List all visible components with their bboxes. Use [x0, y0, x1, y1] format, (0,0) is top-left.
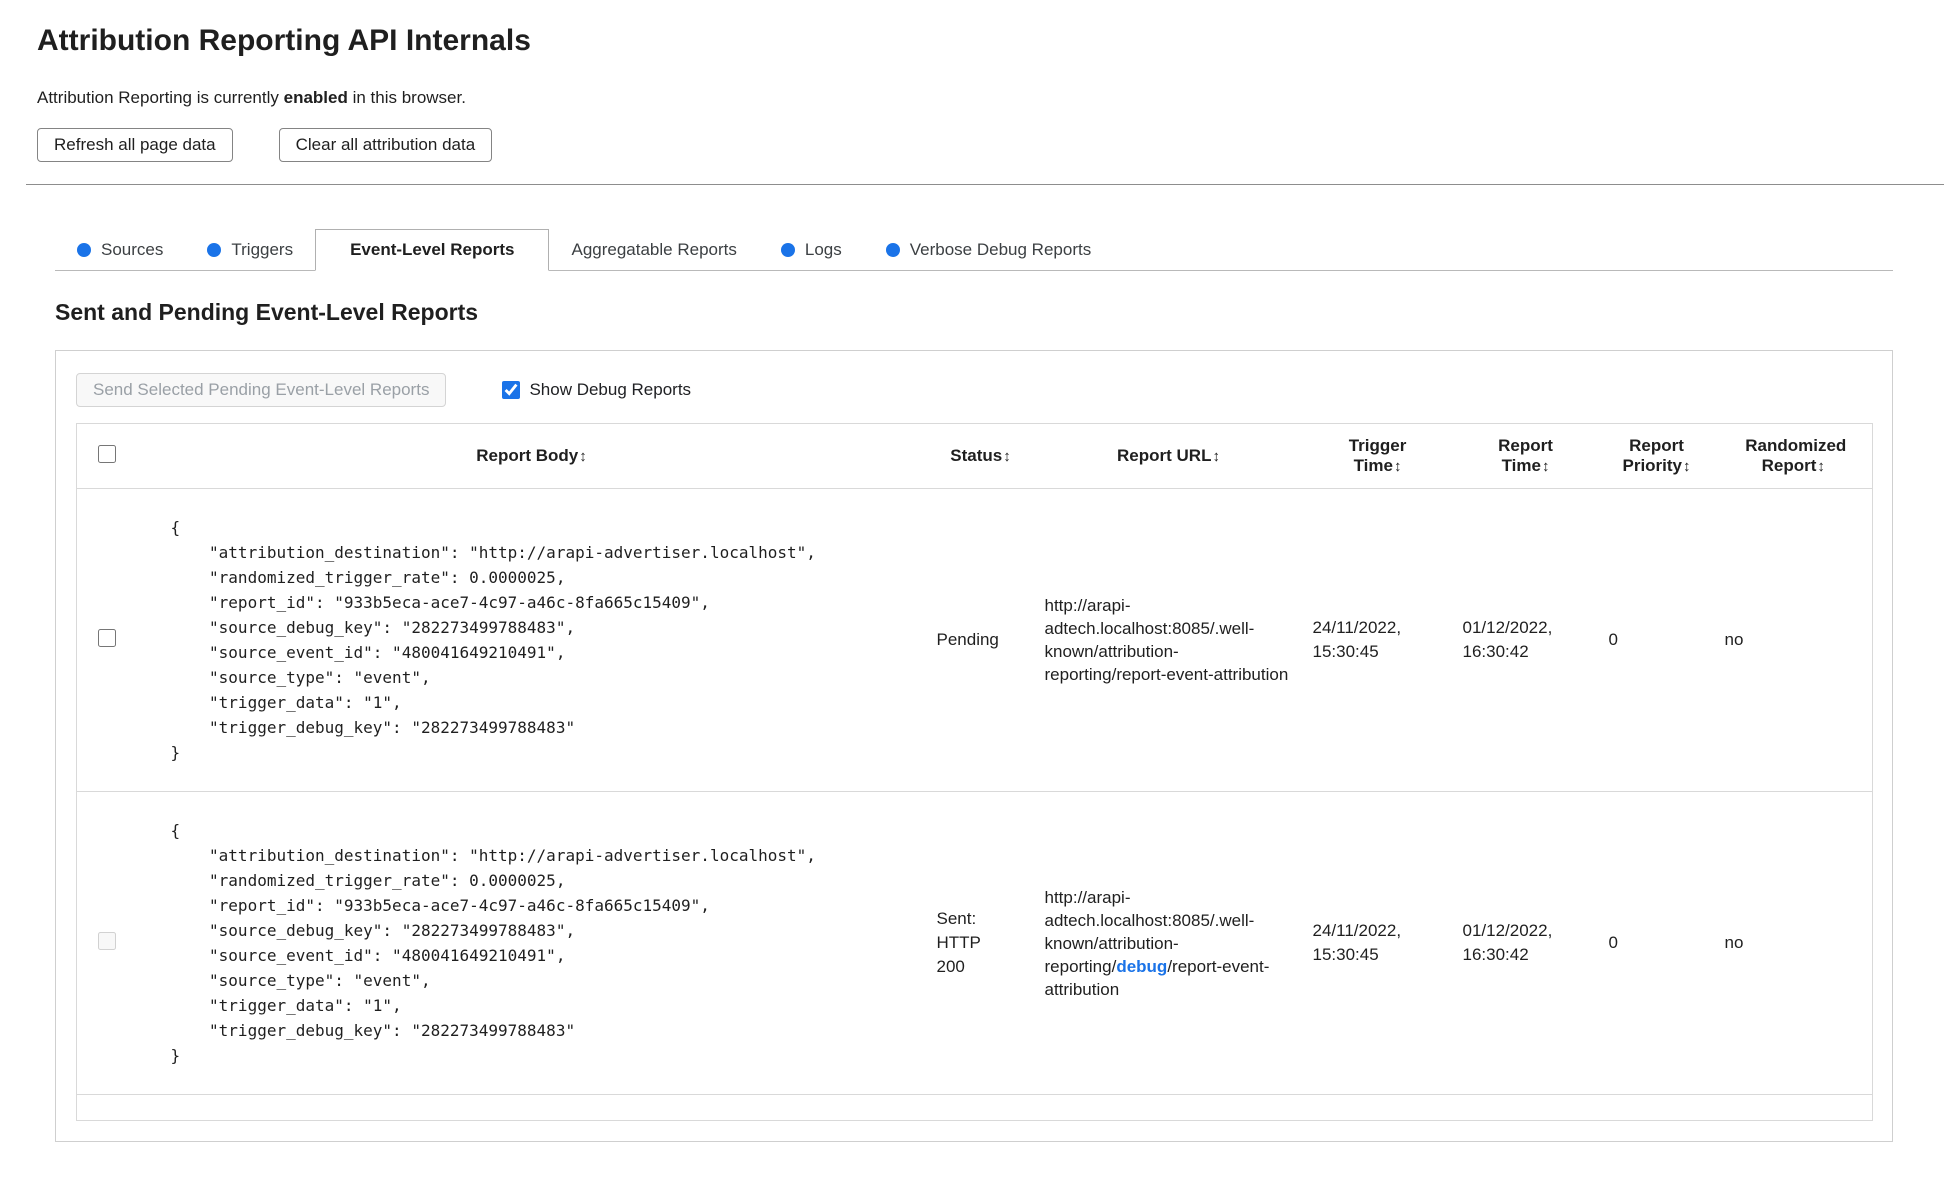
- report-url-cell: http://arapi-adtech.localhost:8085/.well…: [1034, 791, 1303, 1095]
- column-header-randomized-report[interactable]: Randomized Report↕: [1715, 424, 1873, 489]
- tab-event-level-reports[interactable]: Event-Level Reports: [315, 229, 550, 271]
- reports-panel: Send Selected Pending Event-Level Report…: [55, 350, 1893, 1142]
- table-footer-spacer: [76, 1094, 1873, 1121]
- status-suffix: in this browser.: [347, 88, 466, 107]
- debug-link: debug: [1116, 956, 1168, 976]
- new-data-dot-icon: [207, 243, 222, 257]
- tab-verbose-debug-reports[interactable]: Verbose Debug Reports: [864, 230, 1113, 270]
- report-body-cell: { "attribution_destination": "http://ara…: [136, 488, 927, 792]
- sort-icon: ↕: [1393, 458, 1402, 475]
- row-checkbox-cell: [76, 791, 137, 1095]
- tab-logs[interactable]: Logs: [759, 230, 864, 270]
- page-header: Attribution Reporting API Internals Attr…: [0, 0, 1948, 162]
- report-status-cell: Pending: [926, 488, 1035, 792]
- tab-bar: Sources Triggers Event-Level Reports Agg…: [55, 229, 1893, 271]
- tab-label: Event-Level Reports: [350, 240, 515, 259]
- tab-label: Verbose Debug Reports: [909, 240, 1092, 259]
- column-header-report-url[interactable]: Report URL↕: [1035, 424, 1303, 489]
- reports-table: Report Body↕ Status↕ Report URL↕ Trigger…: [76, 423, 1873, 1121]
- table-footer-cell: [76, 1094, 1873, 1121]
- attribution-internals-page: Attribution Reporting API Internals Attr…: [0, 0, 1948, 1142]
- trigger-time-cell: 24/11/2022, 15:30:45: [1302, 488, 1453, 792]
- show-debug-label: Show Debug Reports: [529, 380, 692, 399]
- row-checkbox-cell: [76, 488, 137, 792]
- tab-label: Logs: [804, 240, 842, 259]
- report-body-json: { "attribution_destination": "http://ara…: [170, 821, 816, 1065]
- sort-icon: ↕: [1817, 458, 1825, 475]
- trigger-time-cell: 24/11/2022, 15:30:45: [1302, 791, 1453, 1095]
- randomized-report-cell: no: [1714, 488, 1873, 792]
- status-enabled-text: enabled: [283, 88, 348, 107]
- top-buttons: Refresh all page data Clear all attribut…: [37, 128, 1911, 162]
- sort-icon: ↕: [579, 448, 587, 465]
- column-header-status[interactable]: Status↕: [927, 424, 1035, 489]
- sort-icon: ↕: [1541, 458, 1550, 475]
- report-status: Sent: HTTP 200: [936, 909, 981, 976]
- show-debug-checkbox[interactable]: [502, 381, 521, 399]
- tab-aggregatable-reports[interactable]: Aggregatable Reports: [549, 230, 758, 270]
- report-row-pending: { "attribution_destination": "http://ara…: [76, 488, 1873, 792]
- report-body-json: { "attribution_destination": "http://ara…: [170, 518, 816, 762]
- show-debug-toggle[interactable]: Show Debug Reports: [502, 380, 691, 400]
- report-time-cell: 01/12/2022, 16:30:42: [1452, 488, 1599, 792]
- header-divider: [26, 184, 1944, 185]
- panel-controls: Send Selected Pending Event-Level Report…: [76, 373, 1872, 407]
- new-data-dot-icon: [780, 243, 795, 257]
- send-selected-reports-button[interactable]: Send Selected Pending Event-Level Report…: [76, 373, 447, 407]
- status-prefix: Attribution Reporting is currently: [37, 88, 284, 107]
- status-line: Attribution Reporting is currently enabl…: [37, 88, 1911, 108]
- select-all-checkbox[interactable]: [97, 444, 116, 463]
- column-header-report-body[interactable]: Report Body↕: [137, 424, 927, 489]
- tab-sources[interactable]: Sources: [55, 230, 185, 270]
- refresh-all-button[interactable]: Refresh all page data: [37, 128, 233, 162]
- randomized-report-cell: no: [1714, 791, 1873, 1095]
- tab-label: Sources: [101, 240, 164, 259]
- column-header-label: Report URL: [1117, 446, 1212, 465]
- column-header-label: Randomized Report: [1745, 436, 1847, 475]
- tab-label: Aggregatable Reports: [571, 240, 737, 259]
- column-header-label: Status: [950, 446, 1003, 465]
- report-status: Pending: [936, 630, 999, 649]
- report-status-cell: Sent: HTTP 200: [926, 791, 1035, 1095]
- report-priority-cell: 0: [1598, 791, 1715, 1095]
- new-data-dot-icon: [885, 243, 900, 257]
- new-data-dot-icon: [77, 243, 91, 257]
- section-heading: Sent and Pending Event-Level Reports: [55, 299, 479, 325]
- column-header-label: Report Priority: [1622, 436, 1684, 475]
- report-url-cell: http://arapi-adtech.localhost:8085/.well…: [1034, 488, 1303, 792]
- clear-all-button[interactable]: Clear all attribution data: [278, 128, 493, 162]
- table-header-row: Report Body↕ Status↕ Report URL↕ Trigger…: [77, 424, 1873, 489]
- column-header-label: Report Body: [476, 446, 579, 465]
- report-url-text: http://arapi-adtech.localhost:8085/.well…: [1044, 596, 1289, 684]
- report-priority-cell: 0: [1598, 488, 1715, 792]
- main-content: Sources Triggers Event-Level Reports Agg…: [0, 229, 1948, 1142]
- page-title: Attribution Reporting API Internals: [37, 24, 531, 57]
- select-all-header-cell: [77, 424, 137, 489]
- tab-triggers[interactable]: Triggers: [185, 230, 315, 270]
- sort-icon: ↕: [1003, 448, 1011, 465]
- column-header-trigger-time[interactable]: Trigger Time↕: [1303, 424, 1453, 489]
- report-body-cell: { "attribution_destination": "http://ara…: [136, 791, 927, 1095]
- report-row-sent-debug: { "attribution_destination": "http://ara…: [76, 791, 1873, 1095]
- row-select-checkbox[interactable]: [97, 628, 116, 647]
- tab-label: Triggers: [231, 240, 294, 259]
- sort-icon: ↕: [1212, 448, 1220, 465]
- sort-icon: ↕: [1683, 458, 1691, 475]
- column-header-report-time[interactable]: Report Time↕: [1453, 424, 1599, 489]
- row-select-checkbox-disabled: [97, 931, 116, 950]
- column-header-report-priority[interactable]: Report Priority↕: [1599, 424, 1715, 489]
- report-time-cell: 01/12/2022, 16:30:42: [1452, 791, 1599, 1095]
